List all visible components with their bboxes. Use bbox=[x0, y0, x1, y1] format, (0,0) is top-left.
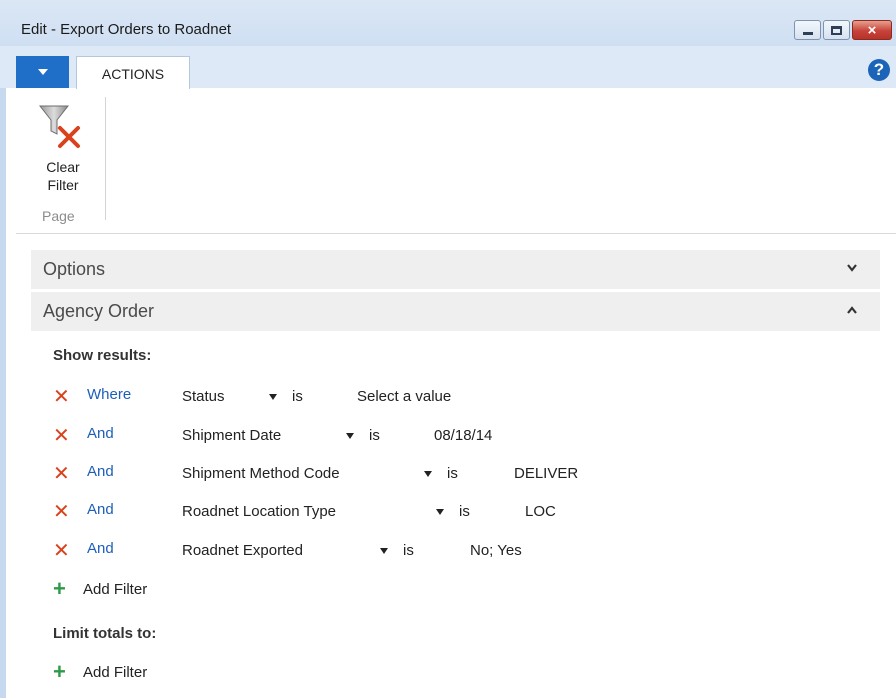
filter-row: ✕ And Shipment Date is 08/18/14 bbox=[0, 425, 896, 449]
filter-operator: is bbox=[369, 427, 380, 444]
filter-operator: is bbox=[403, 542, 414, 559]
filter-operator: is bbox=[459, 503, 470, 520]
filter-field[interactable]: Shipment Method Code bbox=[182, 465, 340, 482]
dropdown-arrow-icon bbox=[37, 69, 48, 75]
remove-filter-icon[interactable]: ✕ bbox=[53, 541, 70, 561]
filter-row: ✕ Where Status is Select a value bbox=[0, 386, 896, 410]
add-filter-label: Add Filter bbox=[83, 581, 148, 598]
filter-value[interactable]: DELIVER bbox=[514, 465, 578, 482]
ribbon-group-divider bbox=[105, 97, 106, 220]
maximize-icon bbox=[831, 25, 842, 35]
section-options[interactable]: Options bbox=[31, 250, 880, 289]
clear-filter-label-line2: Filter bbox=[47, 177, 79, 193]
edit-window: Edit - Export Orders to Roadnet × ACTION… bbox=[0, 0, 896, 698]
close-button[interactable]: × bbox=[852, 20, 892, 40]
filter-condition: Where bbox=[87, 386, 132, 403]
window-title: Edit - Export Orders to Roadnet bbox=[21, 21, 232, 38]
tab-actions[interactable]: ACTIONS bbox=[76, 56, 190, 90]
field-dropdown-icon[interactable] bbox=[380, 548, 388, 554]
clear-filter-label-line1: Clear bbox=[46, 159, 80, 175]
filter-field[interactable]: Status bbox=[182, 388, 225, 405]
filter-value[interactable]: 08/18/14 bbox=[434, 427, 492, 444]
section-options-title: Options bbox=[43, 259, 106, 279]
minimize-icon bbox=[802, 32, 813, 35]
filter-condition: And bbox=[87, 425, 114, 442]
filter-condition: And bbox=[87, 540, 114, 557]
filter-operator: is bbox=[447, 465, 458, 482]
maximize-button[interactable] bbox=[823, 20, 850, 40]
field-dropdown-icon[interactable] bbox=[346, 433, 354, 439]
show-results-label: Show results: bbox=[53, 347, 152, 364]
field-dropdown-icon[interactable] bbox=[424, 471, 432, 477]
plus-icon: + bbox=[53, 576, 66, 601]
remove-filter-icon[interactable]: ✕ bbox=[53, 426, 70, 446]
field-dropdown-icon[interactable] bbox=[436, 509, 444, 515]
help-icon[interactable]: ? bbox=[868, 59, 890, 81]
clear-filter-label: Clear Filter bbox=[37, 158, 89, 194]
section-agency-order[interactable]: Agency Order bbox=[31, 292, 880, 331]
chevron-up-icon bbox=[847, 306, 857, 314]
filter-field[interactable]: Shipment Date bbox=[182, 427, 281, 444]
minimize-button[interactable] bbox=[794, 20, 821, 40]
remove-filter-icon[interactable]: ✕ bbox=[53, 387, 70, 407]
add-filter-label: Add Filter bbox=[83, 664, 148, 681]
filter-operator: is bbox=[292, 388, 303, 405]
filter-condition: And bbox=[87, 463, 114, 480]
filter-value[interactable]: Select a value bbox=[357, 388, 451, 405]
title-bar: Edit - Export Orders to Roadnet × bbox=[0, 0, 896, 46]
plus-icon: + bbox=[53, 659, 66, 684]
filter-row: ✕ And Roadnet Exported is No; Yes bbox=[0, 540, 896, 564]
ribbon-panel bbox=[16, 89, 896, 234]
filter-field[interactable]: Roadnet Location Type bbox=[182, 503, 336, 520]
remove-filter-icon[interactable]: ✕ bbox=[53, 464, 70, 484]
filter-field[interactable]: Roadnet Exported bbox=[182, 542, 303, 559]
limit-totals-label: Limit totals to: bbox=[53, 625, 157, 642]
close-icon: × bbox=[867, 21, 877, 39]
section-agency-order-title: Agency Order bbox=[43, 301, 155, 321]
filter-row: ✕ And Shipment Method Code is DELIVER bbox=[0, 463, 896, 487]
field-dropdown-icon[interactable] bbox=[269, 394, 277, 400]
clear-filter-icon bbox=[38, 105, 80, 148]
remove-filter-icon[interactable]: ✕ bbox=[53, 502, 70, 522]
filter-value[interactable]: LOC bbox=[525, 503, 556, 520]
chevron-down-icon bbox=[847, 264, 857, 272]
ribbon-group-label: Page bbox=[42, 208, 75, 224]
filter-condition: And bbox=[87, 501, 114, 518]
filter-value[interactable]: No; Yes bbox=[470, 542, 522, 559]
filter-row: ✕ And Roadnet Location Type is LOC bbox=[0, 501, 896, 525]
app-menu-button[interactable] bbox=[16, 56, 69, 88]
